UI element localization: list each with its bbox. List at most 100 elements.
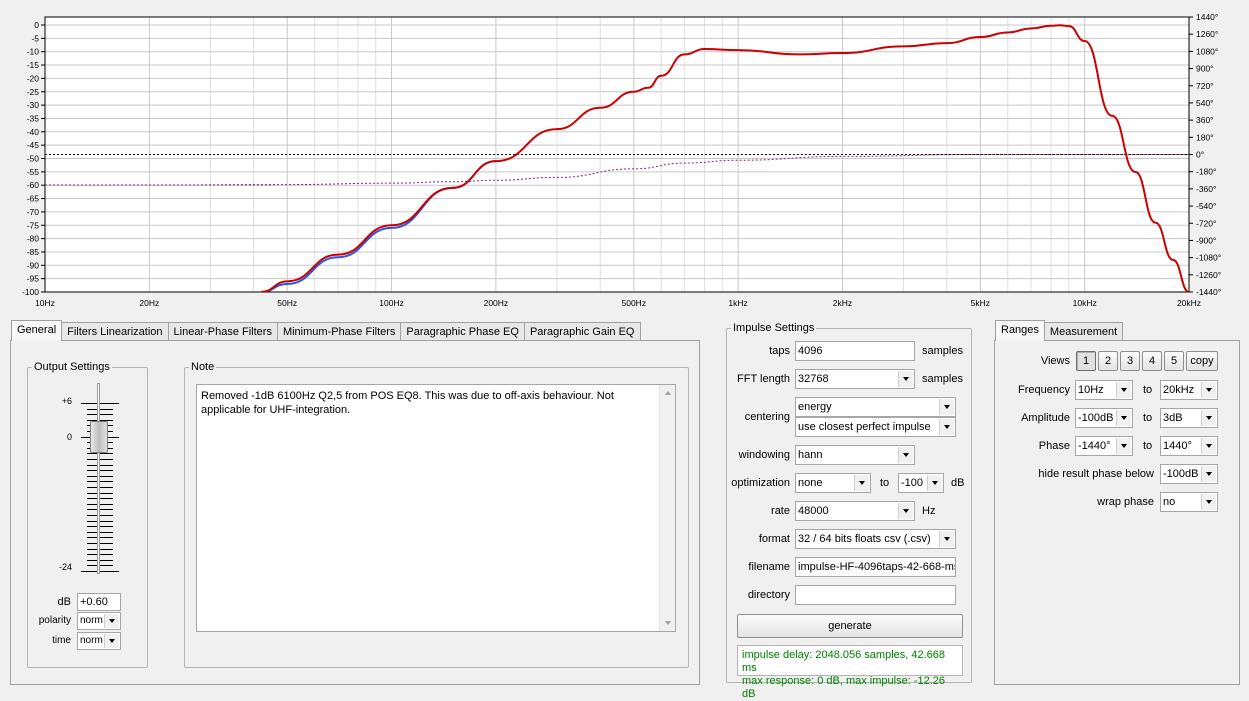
phase-from-select[interactable]: -1440° xyxy=(1075,436,1133,456)
frequency-tick-label: 10kHz xyxy=(1073,298,1097,308)
fft-length-select[interactable]: 32768 xyxy=(795,369,915,389)
filename-input[interactable]: impulse-HF-4096taps-42-668-ms xyxy=(795,557,956,577)
taps-input[interactable]: 4096 xyxy=(795,341,915,361)
frequency-tick-label: 200Hz xyxy=(484,298,509,308)
chevron-down-icon xyxy=(1201,466,1216,482)
directory-input[interactable] xyxy=(795,585,956,605)
copy-view-button[interactable]: copy xyxy=(1186,351,1218,371)
optimization-label: optimization xyxy=(731,477,790,489)
note-textarea[interactable] xyxy=(196,384,676,632)
amplitude-tick-label: -85 xyxy=(27,247,40,257)
slider-tick xyxy=(87,515,113,516)
format-select[interactable]: 32 / 64 bits floats csv (.csv) xyxy=(795,529,956,549)
gain-slider-track[interactable] xyxy=(97,383,100,574)
hide-phase-label: hide result phase below xyxy=(1038,468,1154,480)
slider-tick xyxy=(87,526,113,528)
phase-tick-label: -1260° xyxy=(1196,270,1221,280)
time-select[interactable]: norm xyxy=(77,632,121,650)
frequency-from-select[interactable]: 10Hz xyxy=(1075,380,1133,400)
frequency-to-select[interactable]: 20kHz xyxy=(1160,380,1218,400)
view-5-button[interactable]: 5 xyxy=(1164,351,1184,371)
rate-value: 48000 xyxy=(798,505,829,517)
impulse-delay-text: impulse delay: 2048.056 samples, 42.668 … xyxy=(742,649,946,674)
tab-paragraphic-phase-eq[interactable]: Paragraphic Phase EQ xyxy=(400,322,525,341)
frequency-label: Frequency xyxy=(1018,384,1070,396)
centering-select[interactable]: energy xyxy=(795,397,956,417)
rate-select[interactable]: 48000 xyxy=(795,501,915,521)
amplitude-tick-label: -40 xyxy=(27,127,40,137)
tab-minimum-phase-filters[interactable]: Minimum-Phase Filters xyxy=(276,322,402,341)
phase-tick-label: -540° xyxy=(1196,201,1216,211)
taps-unit: samples xyxy=(922,345,963,357)
wrap-phase-label: wrap phase xyxy=(1097,496,1154,508)
tab-ranges[interactable]: Ranges xyxy=(995,320,1045,341)
db-label: dB xyxy=(57,596,71,608)
tab-linear-phase-filters[interactable]: Linear-Phase Filters xyxy=(167,322,278,341)
slider-tick xyxy=(87,531,113,533)
view-1-button[interactable]: 1 xyxy=(1076,351,1096,371)
chevron-down-icon xyxy=(927,475,942,491)
chevron-down-icon xyxy=(1201,438,1216,454)
slider-tick xyxy=(87,543,113,544)
tab-paragraphic-gain-eq[interactable]: Paragraphic Gain EQ xyxy=(523,322,641,341)
slider-tick xyxy=(87,520,113,522)
chevron-down-icon xyxy=(104,614,119,628)
fft-length-label: FFT length xyxy=(737,373,790,385)
wrap-phase-value: no xyxy=(1163,496,1176,508)
frequency-tick-label: 1kHz xyxy=(728,298,747,308)
slider-tick xyxy=(87,537,113,539)
note-title: Note xyxy=(191,361,215,373)
tab-filters-linearization[interactable]: Filters Linearization xyxy=(61,322,169,341)
view-4-button[interactable]: 4 xyxy=(1142,351,1162,371)
amplitude-tick-label: -95 xyxy=(27,274,40,284)
amplitude-from-select[interactable]: -100dB xyxy=(1075,408,1133,428)
wrap-phase-select[interactable]: no xyxy=(1160,492,1218,512)
main-tabs: General Filters Linearization Linear-Pha… xyxy=(11,320,641,341)
view-3-button[interactable]: 3 xyxy=(1120,351,1140,371)
generate-button[interactable]: generate xyxy=(737,614,963,638)
phase-tick-label: -720° xyxy=(1196,218,1216,228)
note-scrollbar[interactable] xyxy=(659,385,675,631)
tab-general[interactable]: General xyxy=(11,320,63,341)
windowing-label: windowing xyxy=(738,449,790,461)
hide-phase-select[interactable]: -100dB xyxy=(1160,464,1218,484)
views-label: Views xyxy=(1040,355,1070,367)
amplitude-tick-label: -90 xyxy=(27,260,40,270)
amplitude-tick-label: -25 xyxy=(27,87,40,97)
chart-svg[interactable]: 0 -5 -10 -15 -20 -25 -30 -35 -40 -45 -50 -55 -60 -65 -… xyxy=(0,0,1249,318)
amplitude-to-select[interactable]: 3dB xyxy=(1160,408,1218,428)
amplitude-tick-label: -35 xyxy=(27,113,40,123)
chevron-down-icon xyxy=(939,419,954,435)
phase-tick-label: 1080° xyxy=(1196,46,1218,56)
fft-length-unit: samples xyxy=(922,373,963,385)
chevron-down-icon xyxy=(1116,438,1131,454)
format-value: 32 / 64 bits floats csv (.csv) xyxy=(798,533,931,545)
chevron-down-icon xyxy=(1116,410,1131,426)
gain-slider-thumb[interactable] xyxy=(90,420,108,453)
windowing-select[interactable]: hann xyxy=(795,445,915,465)
phase-to-value: 1440° xyxy=(1163,440,1192,452)
amplitude-tick-label: -75 xyxy=(27,220,40,230)
view-2-button[interactable]: 2 xyxy=(1098,351,1118,371)
time-label: time xyxy=(52,635,71,646)
optimization-limit-value: -100 xyxy=(901,477,924,489)
slider-tick xyxy=(87,464,113,466)
frequency-tick-label: 10Hz xyxy=(35,298,55,308)
slider-tick xyxy=(87,554,113,556)
tab-measurement[interactable]: Measurement xyxy=(1043,322,1124,341)
frequency-response-chart[interactable]: 0 -5 -10 -15 -20 -25 -30 -35 -40 -45 -50 -55 -60 -65 -… xyxy=(0,0,1249,318)
optimization-select[interactable]: none xyxy=(795,473,871,493)
chevron-down-icon xyxy=(898,371,913,387)
amplitude-tick-label: -5 xyxy=(31,33,39,43)
db-input[interactable]: +0.60 xyxy=(77,593,121,611)
centering-mode-select[interactable]: use closest perfect impulse xyxy=(795,417,956,437)
filename-label: filename xyxy=(748,561,790,573)
scale-bottom-label: -24 xyxy=(58,562,72,572)
phase-to-select[interactable]: 1440° xyxy=(1160,436,1218,456)
polarity-select[interactable]: norm xyxy=(77,612,121,630)
windowing-value: hann xyxy=(798,449,823,461)
slider-tick xyxy=(87,459,113,460)
optimization-limit-select[interactable]: -100 xyxy=(898,473,944,493)
slider-tick xyxy=(87,509,113,511)
polarity-label: polarity xyxy=(38,615,71,626)
